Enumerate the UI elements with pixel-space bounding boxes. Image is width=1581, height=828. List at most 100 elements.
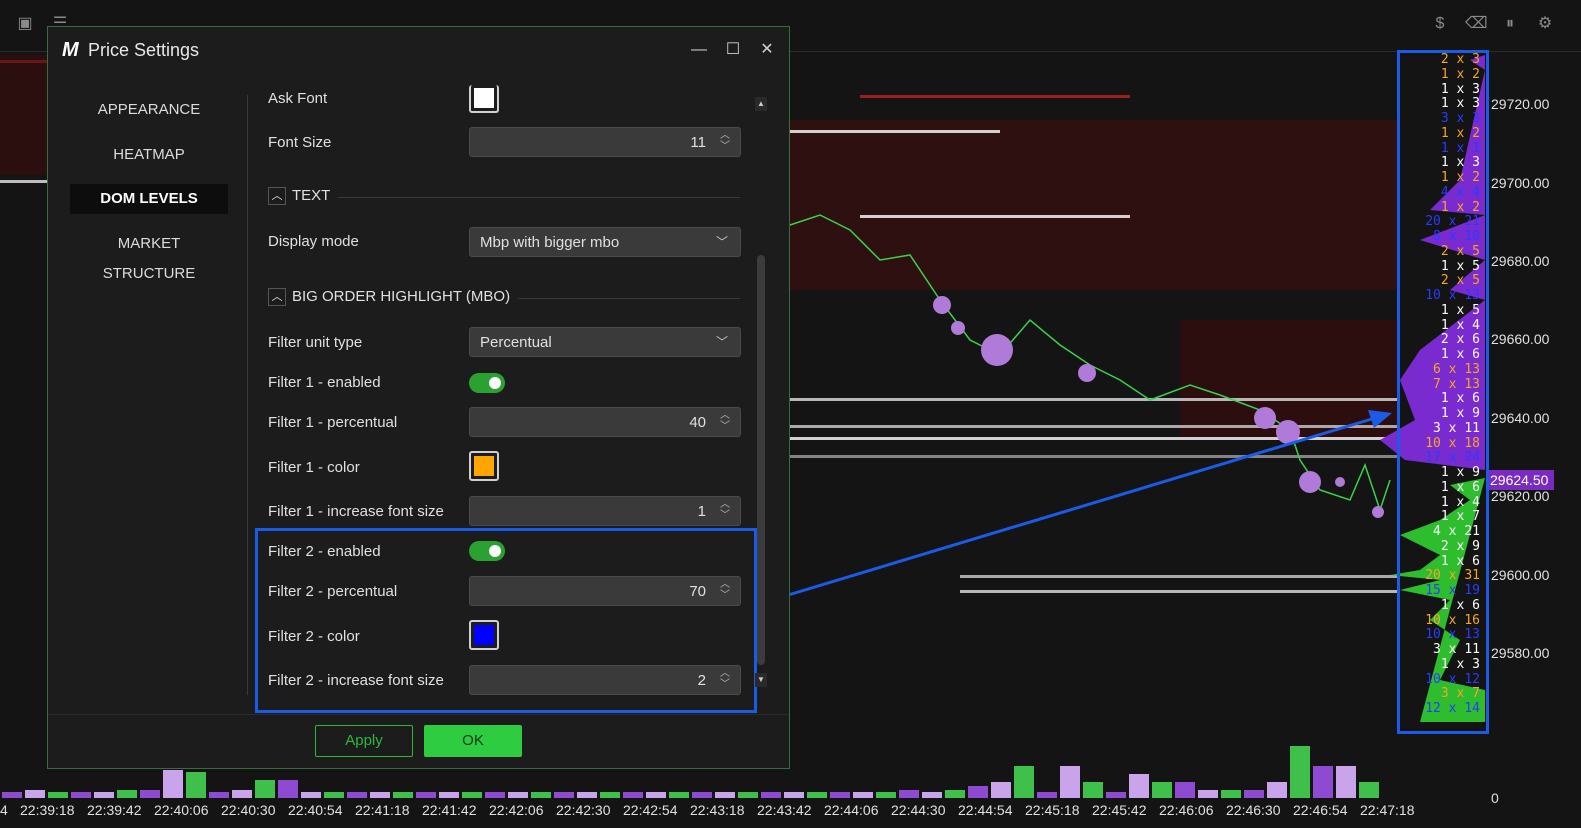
- volume-bar: [577, 792, 597, 798]
- dom-level: 1 x 3: [1440, 81, 1480, 97]
- volume-axis-label: 0: [1491, 790, 1499, 806]
- dom-level: 1 x 3: [1440, 155, 1480, 171]
- time-label: 22:39:42: [87, 802, 142, 818]
- volume-bar: [968, 786, 988, 798]
- spin-arrows-icon[interactable]: ︿ ﹀: [720, 499, 730, 521]
- f1-font-label: Filter 1 - increase font size: [268, 503, 444, 520]
- chevron-up-icon[interactable]: ︿: [268, 288, 286, 307]
- time-label: 22:42:30: [556, 802, 611, 818]
- f1-enabled-label: Filter 1 - enabled: [268, 374, 381, 391]
- scroll-up-icon[interactable]: ▲: [755, 97, 767, 111]
- settings-scrollbar[interactable]: ▲ ▼: [755, 95, 767, 695]
- time-label: 22:44:06: [824, 802, 879, 818]
- volume-bar: [370, 792, 390, 798]
- dom-level: 1 x 9: [1440, 406, 1480, 421]
- sidebar-divider: [247, 95, 248, 695]
- chevron-up-icon[interactable]: ︿: [268, 187, 286, 206]
- dollar-icon[interactable]: $: [1430, 14, 1450, 34]
- dom-level: 6 x 13: [1433, 361, 1480, 377]
- volume-bar: [945, 790, 965, 798]
- layout-icon[interactable]: ▣: [15, 14, 35, 34]
- sidebar-item-appearance[interactable]: APPEARANCE: [70, 95, 228, 125]
- display-mode-value: Mbp with bigger mbo: [480, 234, 620, 251]
- minimize-button[interactable]: —: [688, 39, 710, 61]
- time-label: 4: [0, 802, 8, 818]
- time-label: 22:44:30: [891, 802, 946, 818]
- app-logo: M: [62, 39, 79, 61]
- volume-bar: [1221, 790, 1241, 798]
- gear-icon[interactable]: ⚙: [1535, 14, 1555, 34]
- big-order-section-header[interactable]: ︿ BIG ORDER HIGHLIGHT (MBO): [268, 288, 510, 307]
- volume-bar: [669, 792, 689, 798]
- heatmap-level: [790, 455, 1400, 458]
- volume-bar: [140, 790, 160, 798]
- spin-arrows-icon[interactable]: ︿ ﹀: [720, 130, 730, 152]
- pause-icon[interactable]: ⏸: [1500, 14, 1520, 34]
- font-size-stepper[interactable]: 11 ︿ ﹀: [469, 127, 741, 157]
- filter-unit-value: Percentual: [480, 334, 552, 351]
- volume-bar: [186, 772, 206, 798]
- f1-percentual-stepper[interactable]: 40 ︿ ﹀: [469, 407, 741, 437]
- section-divider: [338, 197, 740, 198]
- heatmap-level: [860, 215, 1130, 218]
- dom-level: 10 x 16: [1425, 612, 1480, 628]
- filter-unit-select[interactable]: Percentual ﹀: [469, 327, 741, 357]
- f1-enabled-toggle[interactable]: [469, 373, 505, 393]
- volume-bar: [876, 792, 896, 798]
- sidebar-item-dom-levels[interactable]: DOM LEVELS: [70, 184, 228, 214]
- eraser-icon[interactable]: ⌫: [1465, 14, 1488, 34]
- filter-2-highlight: [255, 528, 757, 713]
- apply-button[interactable]: Apply: [315, 725, 413, 757]
- dom-level: 4 x 21: [1433, 524, 1480, 539]
- dom-level: 1 x 2: [1440, 199, 1480, 215]
- dom-level: 1 x 6: [1440, 391, 1480, 407]
- f1-color-swatch[interactable]: [469, 451, 499, 481]
- volume-bar: [1014, 766, 1034, 798]
- sidebar-item-market-structure[interactable]: MARKET STRUCTURE: [70, 229, 228, 282]
- dialog-titlebar[interactable]: M Price Settings — ☐ ✕: [48, 27, 789, 73]
- dom-level: 7 x 13: [1433, 376, 1480, 392]
- volume-bar: [416, 792, 436, 798]
- f1-font-stepper[interactable]: 1 ︿ ﹀: [469, 496, 741, 526]
- font-size-value: 11: [690, 134, 706, 151]
- maximize-button[interactable]: ☐: [722, 39, 744, 61]
- dom-level: 2 x 6: [1440, 332, 1480, 348]
- dom-level: 4 x 4: [1440, 184, 1480, 200]
- spin-arrows-icon[interactable]: ︿ ﹀: [720, 410, 730, 432]
- ask-font-color-swatch[interactable]: [469, 85, 499, 113]
- time-label: 22:47:18: [1360, 802, 1415, 818]
- dom-level: 2 x 5: [1440, 273, 1480, 289]
- dom-level: 3 x 3: [1440, 111, 1480, 126]
- ask-font-color-fill: [474, 88, 494, 108]
- dom-level: 1 x 6: [1440, 347, 1480, 362]
- price-label: 29680.00: [1491, 253, 1550, 269]
- f1-font-value: 1: [697, 503, 706, 520]
- text-section-header[interactable]: ︿ TEXT: [268, 187, 330, 206]
- volume-bar: [692, 792, 712, 798]
- dom-level: 2 x 5: [1440, 243, 1480, 259]
- scroll-down-icon[interactable]: ▼: [755, 673, 767, 687]
- heatmap-level: [790, 130, 1000, 133]
- volume-bar: [807, 792, 827, 798]
- time-label: 22:40:30: [221, 802, 276, 818]
- volume-bar: [1244, 790, 1264, 798]
- time-label: 22:41:42: [422, 802, 477, 818]
- volume-bar: [1198, 790, 1218, 798]
- time-label: 22:45:18: [1025, 802, 1080, 818]
- volume-bar: [347, 792, 367, 798]
- dom-level: 1 x 3: [1440, 96, 1480, 112]
- dom-level: 1 x 3: [1440, 656, 1480, 672]
- sidebar-item-heatmap[interactable]: HEATMAP: [70, 140, 228, 170]
- display-mode-select[interactable]: Mbp with bigger mbo ﹀: [469, 227, 741, 257]
- close-button[interactable]: ✕: [756, 39, 778, 61]
- scroll-thumb[interactable]: [757, 255, 765, 665]
- time-label: 22:46:30: [1226, 802, 1281, 818]
- volume-bar: [1175, 782, 1195, 798]
- heatmap-level: [860, 95, 1130, 98]
- volume-bar: [738, 792, 758, 798]
- volume-bar: [462, 792, 482, 798]
- dom-level: 10 x 13: [1425, 627, 1480, 643]
- toggle-knob: [489, 377, 501, 389]
- ok-button[interactable]: OK: [424, 725, 522, 757]
- dom-level: 1 x 6: [1440, 597, 1480, 613]
